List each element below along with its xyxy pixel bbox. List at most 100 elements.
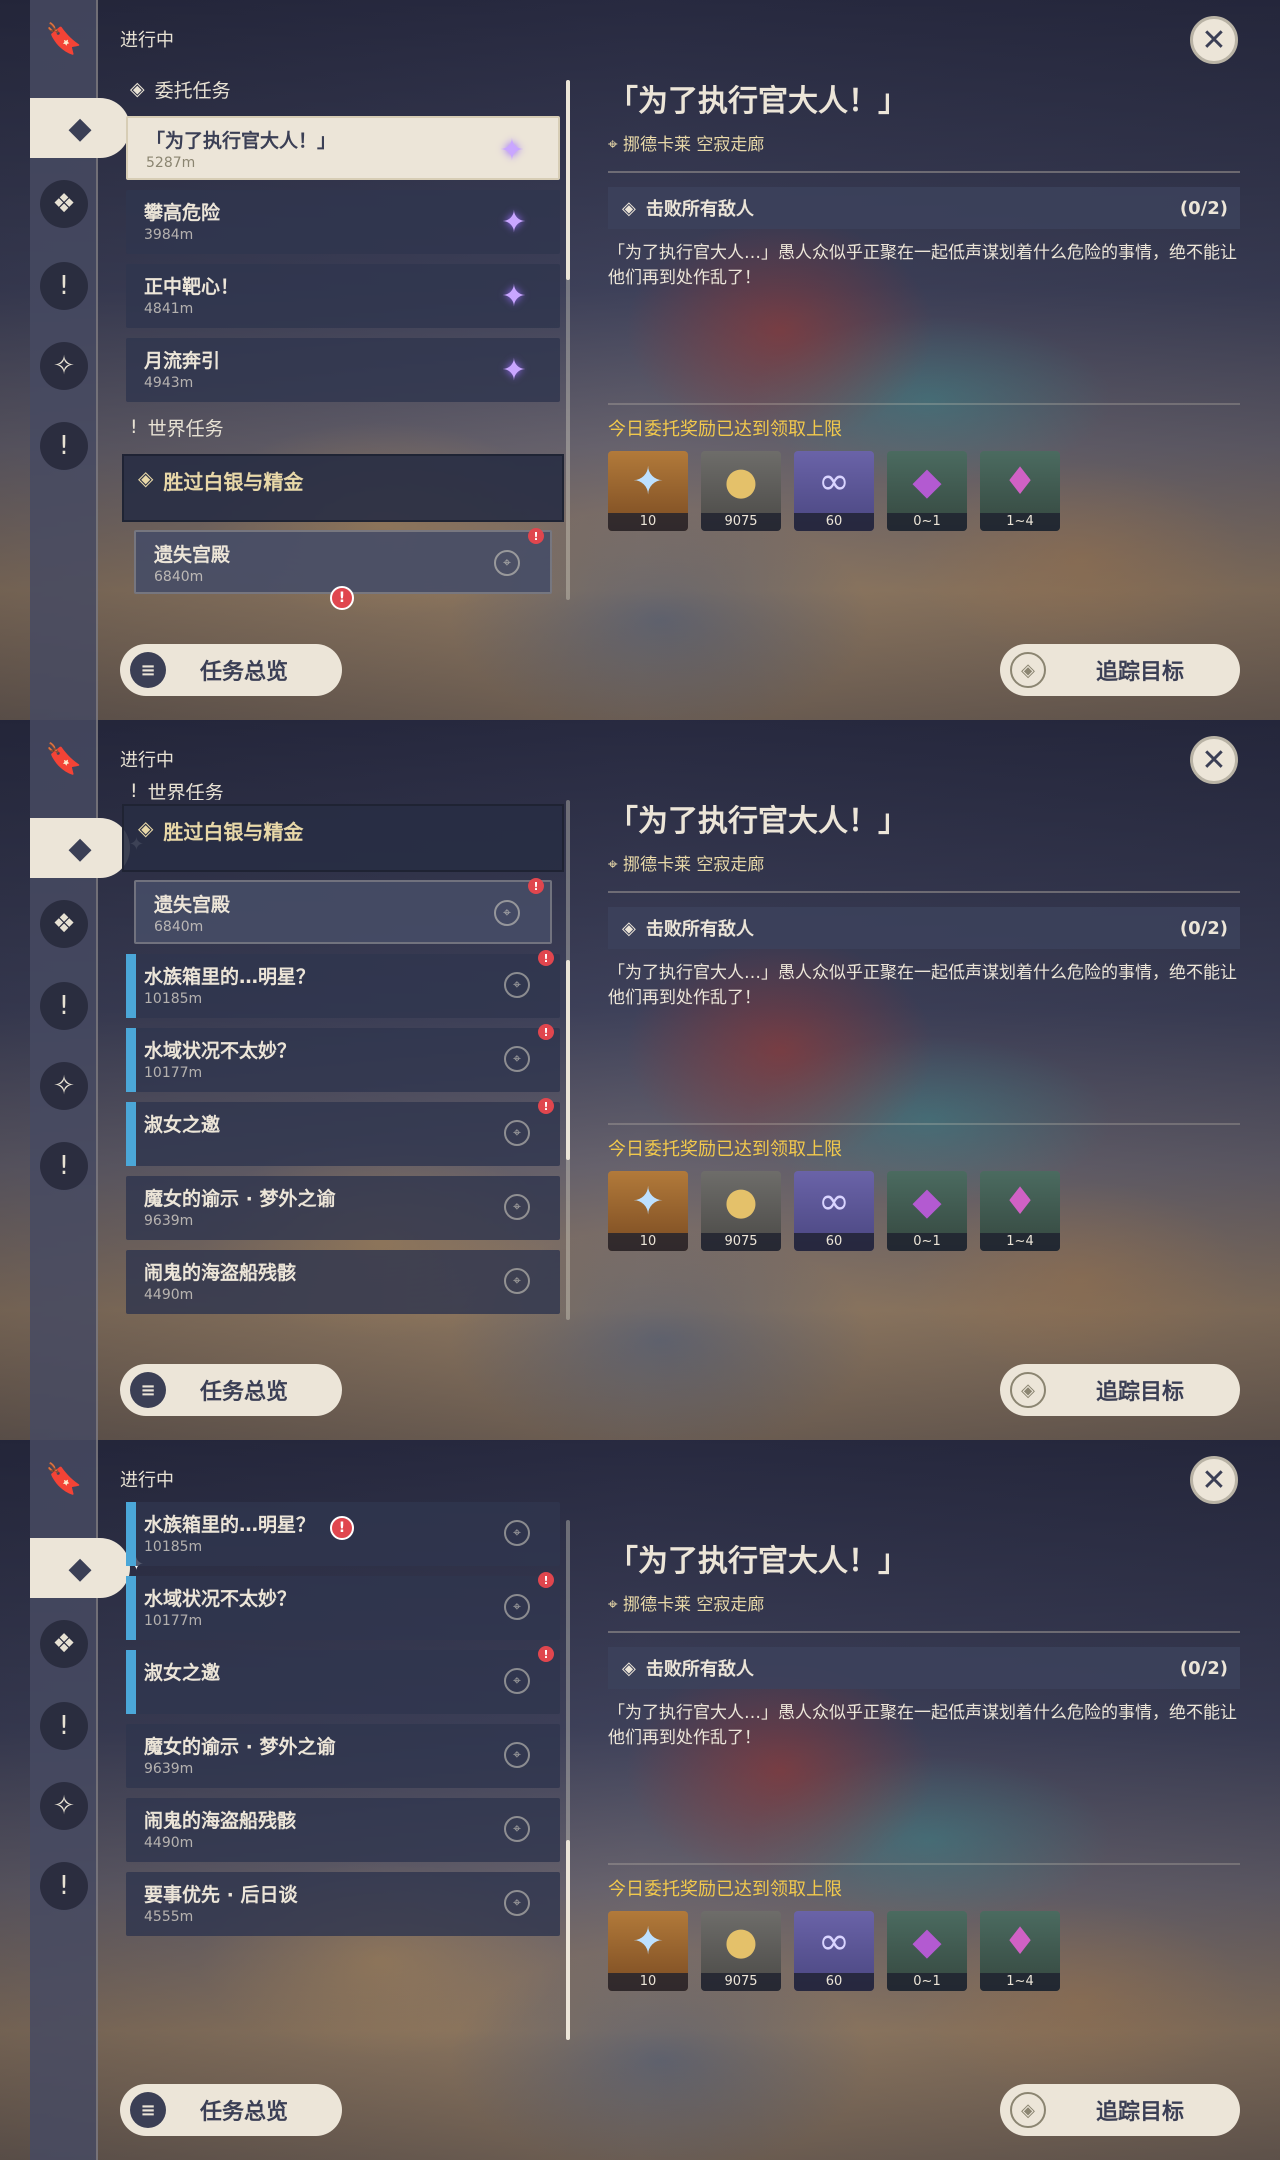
story-quest-icon[interactable]: ! [40, 1702, 88, 1750]
location-pin-icon[interactable]: ⌖ [504, 1890, 530, 1916]
archon-quest-icon[interactable]: ❖ [40, 1620, 88, 1668]
quest-item-selected[interactable]: 「为了执行官大人！」 5287m ✦ [126, 116, 560, 180]
detail-description: 「为了执行官大人…」愚人众似乎正聚在一起低声谋划着什么危险的事情，绝不能让他们再… [608, 963, 1237, 1008]
star-icon[interactable]: ✦ 10 [608, 1911, 688, 1991]
quest-item[interactable]: 正中靶心！ 4841m ✦ [126, 264, 560, 328]
location-pin-icon[interactable]: ⌖ [494, 900, 520, 926]
quest-distance: 6840m [154, 569, 204, 585]
quest-subitem[interactable]: 遗失宫殿 6840m ⌖ ! [134, 878, 552, 944]
quest-item[interactable]: 攀高危险 3984m ✦ [126, 190, 560, 254]
quest-overview-button[interactable]: ≡ 任务总览 [120, 1364, 342, 1416]
coin-icon[interactable]: ● 9075 [701, 451, 781, 531]
location-pin-icon[interactable]: ⌖ [504, 1268, 530, 1294]
track-objective-button[interactable]: ◈ 追踪目标 [1000, 644, 1240, 696]
commission-category-icon[interactable]: ✧ [40, 1782, 88, 1830]
detail-title: 「为了执行官大人！」 [608, 1544, 908, 1579]
world-quest-icon[interactable]: ! [40, 422, 88, 470]
ore-icon[interactable]: ♦ 1~4 [980, 451, 1060, 531]
world-quest-icon[interactable]: ! [40, 1862, 88, 1910]
category-commission-active[interactable]: ◆✦ [30, 98, 144, 158]
scroll-thumb[interactable] [566, 960, 570, 1160]
close-icon[interactable]: ✕ [1190, 1456, 1238, 1504]
quest-distance: 10177m [144, 1065, 203, 1081]
quest-item[interactable]: 淑女之邀 ⌖ ! [126, 1646, 560, 1714]
world-quest-icon[interactable]: ! [40, 1142, 88, 1190]
close-icon[interactable]: ✕ [1190, 736, 1238, 784]
commission-badge-icon: ✦ [499, 132, 525, 168]
quest-item[interactable]: 要事优先 · 后日谈 4555m ⌖ [126, 1872, 560, 1936]
location-pin-icon[interactable]: ⌖ [494, 550, 520, 576]
quest-overview-button[interactable]: ≡ 任务总览 [120, 644, 342, 696]
quest-detail: 「为了执行官大人！」 ⌖ 挪德卡莱 空寂走廊 ◈ 击败所有敌人 (0/2) 「为了… [608, 1536, 1240, 1991]
quest-name: 淑女之邀 [144, 1662, 221, 1684]
group-title: ◈ 胜过白银与精金 [138, 816, 304, 844]
category-commission-active[interactable]: ◆✦ [30, 1538, 144, 1598]
objective-progress: (0/2) [1179, 197, 1228, 219]
quest-item[interactable]: 淑女之邀 ⌖ ! [126, 1098, 560, 1166]
archon-quest-icon[interactable]: ❖ [40, 900, 88, 948]
quest-item[interactable]: 闹鬼的海盗船残骸 4490m ⌖ [126, 1250, 560, 1314]
track-objective-button[interactable]: ◈ 追踪目标 [1000, 1364, 1240, 1416]
story-quest-icon[interactable]: ! [40, 982, 88, 1030]
scroll-thumb[interactable] [566, 80, 570, 280]
coin-icon[interactable]: ● 9075 [701, 1911, 781, 1991]
objective-progress: (0/2) [1179, 917, 1228, 939]
crystal-icon[interactable]: ◆ 0~1 [887, 1911, 967, 1991]
status-label: 进行中 [120, 750, 174, 771]
quest-item[interactable]: 魔女的谕示 · 梦外之谕 9639m ⌖ [126, 1176, 560, 1240]
close-icon[interactable]: ✕ [1190, 16, 1238, 64]
quest-group[interactable]: ◈ 胜过白银与精金 [122, 804, 564, 872]
category-sidebar: 🔖 ◆✦ ❖ ! ✧ ! [30, 1440, 144, 2160]
commission-badge-icon: ✦ [501, 278, 527, 314]
detail-location: ⌖ 挪德卡莱 空寂走廊 [608, 855, 765, 875]
quest-item[interactable]: 魔女的谕示 · 梦外之谕 9639m ⌖ [126, 1724, 560, 1788]
banner-icon[interactable]: 🔖 [44, 16, 84, 62]
scrollbar[interactable] [566, 1520, 570, 2040]
ore-icon[interactable]: ♦ 1~4 [980, 1911, 1060, 1991]
ore-icon[interactable]: ♦ 1~4 [980, 1171, 1060, 1251]
quest-subitem[interactable]: 遗失宫殿 6840m ⌖ ! [134, 528, 552, 594]
banner-icon[interactable]: 🔖 [44, 736, 84, 782]
commission-category-icon[interactable]: ✧ [40, 1062, 88, 1110]
quest-item[interactable]: 闹鬼的海盗船残骸 4490m ⌖ [126, 1798, 560, 1862]
location-pin-icon[interactable]: ⌖ [504, 1668, 530, 1694]
quest-name: 攀高危险 [144, 202, 221, 224]
quest-item[interactable]: 水族箱里的…明星？ 10185m ⌖ ! [126, 950, 560, 1018]
crystal-icon[interactable]: ◆ 0~1 [887, 451, 967, 531]
story-quest-icon[interactable]: ! [40, 262, 88, 310]
quest-item[interactable]: 水域状况不太妙？ 10177m ⌖ ! [126, 1024, 560, 1092]
quest-overview-button[interactable]: ≡ 任务总览 [120, 2084, 342, 2136]
star-icon[interactable]: ✦ 10 [608, 1171, 688, 1251]
location-pin-icon[interactable]: ⌖ [504, 1194, 530, 1220]
category-commission-active[interactable]: ◆✦ [30, 818, 144, 878]
track-objective-button[interactable]: ◈ 追踪目标 [1000, 2084, 1240, 2136]
location-pin-icon[interactable]: ⌖ [504, 972, 530, 998]
star-icon[interactable]: ✦ 10 [608, 451, 688, 531]
objective-diamond-icon: ◈ [622, 917, 636, 939]
xp-icon[interactable]: ∞ 60 [794, 1171, 874, 1251]
location-pin-icon[interactable]: ⌖ [504, 1742, 530, 1768]
reward-title: 今日委托奖励已达到领取上限 [608, 1879, 842, 1900]
location-pin-icon[interactable]: ⌖ [504, 1594, 530, 1620]
commission-category-icon[interactable]: ✧ [40, 342, 88, 390]
quest-item[interactable]: 月流奔引 4943m ✦ [126, 338, 560, 402]
quest-list[interactable]: ! 世界任务 ◈ 胜过白银与精金 遗失宫殿 6840m ⌖ ! 水族箱里的…明星？ … [118, 782, 568, 1322]
crystal-icon[interactable]: ◆ 0~1 [887, 1171, 967, 1251]
banner-icon[interactable]: 🔖 [44, 1456, 84, 1502]
location-pin-icon[interactable]: ⌖ [504, 1120, 530, 1146]
quest-group[interactable]: ◈ 胜过白银与精金 [122, 454, 564, 522]
quest-name: 水域状况不太妙？ [144, 1588, 297, 1610]
archon-quest-icon[interactable]: ❖ [40, 180, 88, 228]
scrollbar[interactable] [566, 80, 570, 600]
quest-list[interactable]: ◈ 委托任务 「为了执行官大人！」 5287m ✦ 攀高危险 3984m ✦ 正中… [118, 72, 568, 612]
xp-icon[interactable]: ∞ 60 [794, 1911, 874, 1991]
location-pin-icon[interactable]: ⌖ [504, 1046, 530, 1072]
scrollbar[interactable] [566, 800, 570, 1320]
quest-list[interactable]: 水族箱里的…明星？ 10185m ⌖ 水域状况不太妙？ 10177m ⌖ ! 淑… [118, 1502, 568, 2042]
quest-item[interactable]: 水域状况不太妙？ 10177m ⌖ ! [126, 1572, 560, 1640]
location-pin-icon[interactable]: ⌖ [504, 1520, 530, 1546]
scroll-thumb[interactable] [566, 1840, 570, 2040]
xp-icon[interactable]: ∞ 60 [794, 451, 874, 531]
location-pin-icon[interactable]: ⌖ [504, 1816, 530, 1842]
coin-icon[interactable]: ● 9075 [701, 1171, 781, 1251]
